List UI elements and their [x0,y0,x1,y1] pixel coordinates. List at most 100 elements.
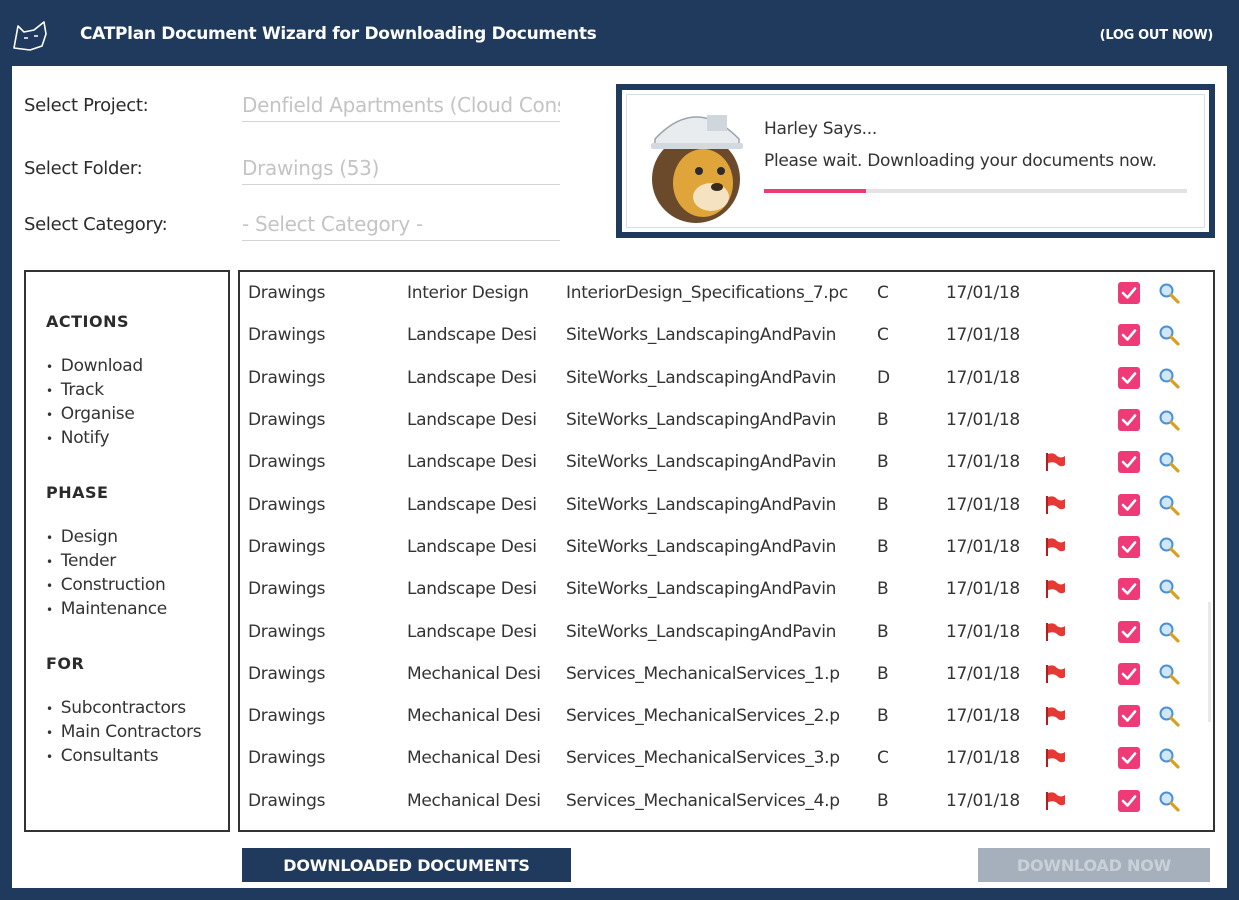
sidebar: ACTIONS Download Track Organise Notify P… [24,270,230,832]
download-progress-fill [764,189,866,193]
row-checkbox[interactable] [1118,620,1140,643]
table-row[interactable]: Drawings Landscape Desi SiteWorks_Landscap… [240,314,1213,356]
magnifier-icon[interactable] [1158,663,1180,685]
row-filename: SiteWorks_LandscapingAndPavin [566,579,837,600]
download-now-button[interactable]: DOWNLOAD NOW [978,848,1210,882]
top-bar: CATPlan Document Wizard for Downloading … [0,0,1239,66]
table-row[interactable]: Drawings Mechanical Desi Services_Mechanic… [240,780,1213,822]
row-folder: Drawings [248,325,326,346]
magnifier-icon[interactable] [1158,494,1180,516]
phase-construction[interactable]: Construction [46,574,228,598]
row-checkbox[interactable] [1118,451,1140,474]
folder-row: Select Folder: Drawings (53) [24,151,560,185]
row-checkbox[interactable] [1118,578,1140,601]
row-filename: SiteWorks_LandscapingAndPavin [566,325,837,346]
row-revision: B [877,452,889,473]
project-label: Select Project: [24,94,149,116]
magnifier-icon[interactable] [1158,536,1180,558]
row-category: Landscape Desi [407,579,537,600]
action-track[interactable]: Track [46,379,228,403]
row-revision: B [877,621,889,642]
action-organise[interactable]: Organise [46,403,228,427]
download-progress-bar [764,189,1187,193]
table-row[interactable]: Drawings Mechanical Desi Services_Mechanic… [240,653,1213,695]
row-folder: Drawings [248,410,326,431]
table-row[interactable]: Drawings Landscape Desi SiteWorks_Landscap… [240,357,1213,399]
row-checkbox[interactable] [1118,705,1140,728]
documents-table[interactable]: Drawings Interior Design InteriorDesign_Sp… [238,270,1215,832]
phase-design[interactable]: Design [46,526,228,550]
harley-title: Harley Says... [764,119,877,139]
logout-link[interactable]: (LOG OUT NOW) [1100,28,1214,43]
phase-tender[interactable]: Tender [46,550,228,574]
row-revision: C [877,325,889,346]
row-date: 17/01/18 [946,748,1020,769]
table-row[interactable]: Drawings Landscape Desi SiteWorks_Landscap… [240,610,1213,652]
magnifier-icon[interactable] [1158,451,1180,473]
magnifier-icon[interactable] [1158,747,1180,770]
magnifier-icon[interactable] [1158,578,1180,600]
row-checkbox[interactable] [1118,535,1140,558]
row-revision: B [877,579,889,600]
phase-maintenance[interactable]: Maintenance [46,598,228,622]
project-select[interactable]: Denfield Apartments (Cloud Cons [242,88,560,122]
flag-icon [1044,791,1066,811]
row-folder: Drawings [248,452,326,473]
flag-icon [1044,495,1066,515]
category-row: Select Category: - Select Category - [24,207,560,241]
flag-icon [1044,706,1066,726]
magnifier-icon[interactable] [1158,705,1180,727]
flag-icon [1044,622,1066,642]
row-checkbox[interactable] [1118,662,1140,685]
magnifier-icon[interactable] [1158,409,1180,431]
row-checkbox[interactable] [1118,366,1140,389]
row-date: 17/01/18 [946,325,1020,346]
for-heading: FOR [46,654,85,673]
for-consultants[interactable]: Consultants [46,745,228,769]
row-checkbox[interactable] [1118,789,1140,812]
table-row[interactable]: Drawings Mechanical Desi Services_Mechanic… [240,695,1213,737]
row-filename: SiteWorks_LandscapingAndPavin [566,621,837,642]
row-revision: B [877,706,889,727]
table-row[interactable]: Drawings Interior Design InteriorDesign_Sp… [240,272,1213,314]
row-category: Mechanical Desi [407,706,541,727]
folder-select[interactable]: Drawings (53) [242,151,560,185]
magnifier-icon[interactable] [1158,367,1180,389]
action-download[interactable]: Download [46,355,228,379]
actions-heading: ACTIONS [46,312,130,331]
row-checkbox[interactable] [1118,324,1140,347]
table-row[interactable]: Drawings Landscape Desi SiteWorks_Landscap… [240,441,1213,483]
row-checkbox[interactable] [1118,409,1140,432]
category-select[interactable]: - Select Category - [242,207,560,241]
flag-icon [1044,579,1066,599]
phase-list: Design Tender Construction Maintenance [46,526,228,622]
row-category: Mechanical Desi [407,748,541,769]
row-folder: Drawings [248,494,326,515]
action-notify[interactable]: Notify [46,427,228,451]
row-filename: SiteWorks_LandscapingAndPavin [566,367,837,388]
row-category: Landscape Desi [407,536,537,557]
row-category: Landscape Desi [407,494,537,515]
flag-icon [1044,748,1066,768]
table-row[interactable]: Drawings Landscape Desi SiteWorks_Landscap… [240,526,1213,568]
row-checkbox[interactable] [1118,747,1140,770]
for-subcontractors[interactable]: Subcontractors [46,697,228,721]
magnifier-icon[interactable] [1158,324,1180,347]
folder-label: Select Folder: [24,157,143,179]
table-row[interactable]: Drawings Mechanical Desi Services_Mechanic… [240,737,1213,779]
magnifier-icon[interactable] [1158,621,1180,643]
row-checkbox[interactable] [1118,282,1140,305]
row-folder: Drawings [248,663,326,684]
row-revision: B [877,536,889,557]
magnifier-icon[interactable] [1158,282,1180,304]
row-date: 17/01/18 [946,367,1020,388]
downloaded-documents-button[interactable]: DOWNLOADED DOCUMENTS [242,848,571,882]
row-category: Mechanical Desi [407,663,541,684]
table-row[interactable]: Drawings Landscape Desi SiteWorks_Landscap… [240,483,1213,525]
table-row[interactable]: Drawings Landscape Desi SiteWorks_Landscap… [240,399,1213,441]
table-row[interactable]: Drawings Landscape Desi SiteWorks_Landscap… [240,568,1213,610]
magnifier-icon[interactable] [1158,790,1180,812]
row-checkbox[interactable] [1118,493,1140,516]
actions-list: Download Track Organise Notify [46,355,228,451]
for-main-contractors[interactable]: Main Contractors [46,721,228,745]
